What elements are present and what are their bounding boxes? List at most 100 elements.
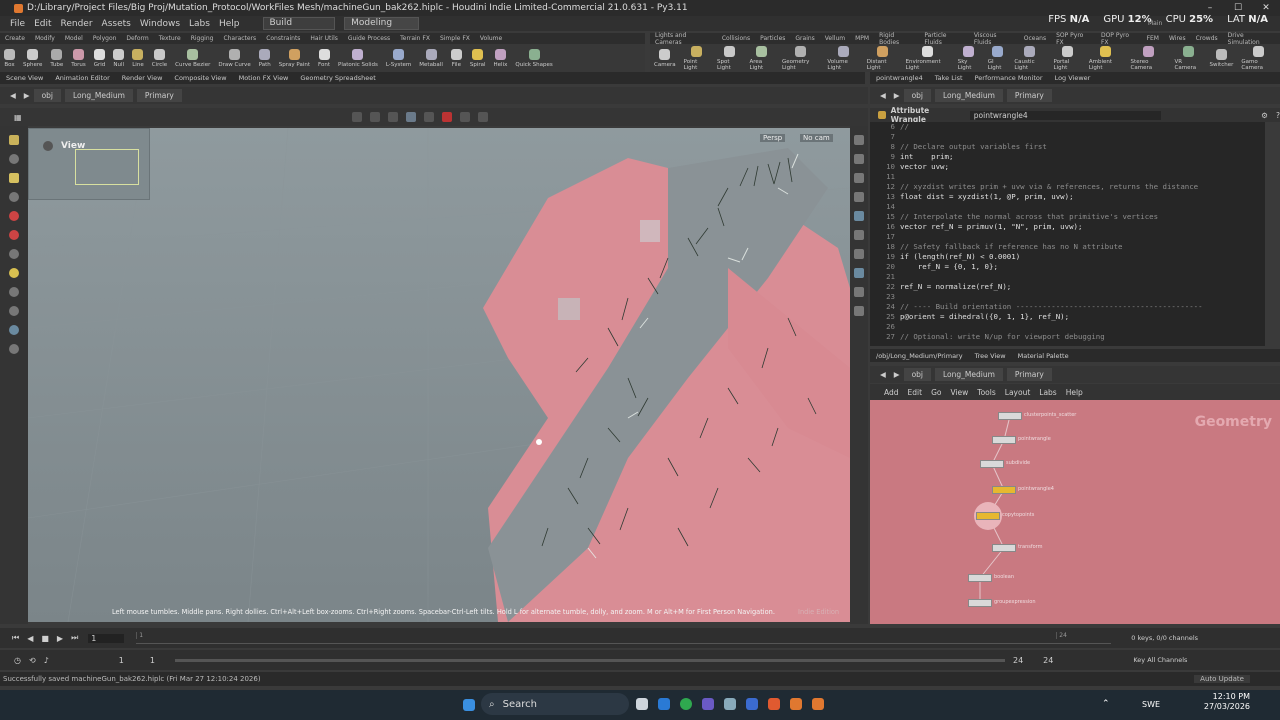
points-icon[interactable]	[854, 249, 864, 259]
shelf-tool-torus[interactable]: Torus	[71, 48, 86, 68]
vex-code-editor[interactable]: 6//7 8// Declare output variables first 9 i…	[870, 122, 1265, 346]
path-net[interactable]: Primary	[1006, 368, 1052, 381]
shelf-tool-font[interactable]: Font	[318, 48, 330, 68]
net-menu-layout[interactable]: Layout	[1005, 388, 1031, 397]
shelf-tab-model[interactable]: Model	[60, 35, 88, 42]
prims-mode-icon[interactable]	[405, 112, 416, 122]
back-arrow-icon[interactable]: ◀	[10, 91, 16, 100]
pane-tab-pointwrangle4[interactable]: pointwrangle4	[870, 74, 929, 82]
shelf-tool-caustic-light[interactable]: Caustic Light	[1014, 45, 1045, 71]
taskview-icon[interactable]	[636, 698, 648, 710]
shelf-tool-helix[interactable]: Helix	[494, 48, 507, 68]
menu-windows[interactable]: Windows	[140, 19, 180, 29]
menu-render[interactable]: Render	[61, 19, 93, 29]
move-tool-icon[interactable]	[9, 154, 19, 164]
pane-tab-composite-view[interactable]: Composite View	[168, 74, 232, 82]
node-name-field[interactable]: pointwrangle4	[969, 110, 1162, 120]
shelf-tab-fem[interactable]: FEM	[1142, 35, 1164, 42]
shelf-tool-tube[interactable]: Tube	[50, 48, 63, 68]
play-back-icon[interactable]: ◀	[27, 634, 33, 643]
menu-file[interactable]: File	[10, 19, 25, 29]
shelf-tool-null[interactable]: Null	[113, 48, 125, 68]
range-slider[interactable]	[174, 658, 1005, 662]
persp-menu[interactable]: Persp	[760, 134, 786, 142]
shelf-tool-gi-light[interactable]: GI Light	[988, 45, 1007, 71]
desktop-select[interactable]: Build	[262, 17, 336, 30]
net-menu-labs[interactable]: Labs	[1039, 388, 1056, 397]
network-node[interactable]	[968, 574, 992, 582]
shelf-tool-camera[interactable]: Camera	[654, 48, 676, 68]
handle-tool-icon[interactable]	[9, 173, 19, 183]
shelf-tool-metaball[interactable]: Metaball	[419, 48, 443, 68]
pane-tab-geometry-spreadsheet[interactable]: Geometry Spreadsheet	[294, 74, 381, 82]
shelf-tool-sphere[interactable]: Sphere	[23, 48, 42, 68]
display-icon[interactable]	[854, 135, 864, 145]
lights-icon[interactable]	[854, 287, 864, 297]
paint-tool-icon[interactable]	[9, 268, 19, 278]
grid-menu-icon[interactable]: ▦	[14, 113, 22, 122]
menu-labs[interactable]: Labs	[189, 19, 210, 29]
shelf-tool-switcher[interactable]: Switcher	[1210, 48, 1233, 68]
shelf-tab-mpm[interactable]: MPM	[850, 35, 874, 42]
wireframe-icon[interactable]	[854, 192, 864, 202]
shelf-tool-volume-light[interactable]: Volume Light	[827, 45, 858, 71]
path-obj[interactable]: obj	[33, 89, 61, 102]
shelf-tool-file[interactable]: File	[450, 48, 462, 68]
net-menu-add[interactable]: Add	[884, 388, 899, 397]
path-node[interactable]: Long_Medium	[65, 89, 133, 102]
network-editor[interactable]: Geometry clusterpoints_scatter pointwrang…	[870, 400, 1280, 624]
clock[interactable]: 12:10 PM 27/03/2026	[1204, 692, 1250, 712]
shelf-tool-l-system[interactable]: L-System	[386, 48, 411, 68]
network-node[interactable]	[980, 460, 1004, 468]
brush-tool-icon[interactable]	[9, 230, 19, 240]
loop-icon[interactable]: ⟲	[29, 656, 36, 665]
select-tool-icon[interactable]	[9, 135, 19, 145]
shelf-tab-oceans[interactable]: Oceans	[1019, 35, 1051, 42]
points-mode-icon[interactable]	[369, 112, 380, 122]
shelf-tool-curve-bezier[interactable]: Curve Bezier	[175, 48, 210, 68]
ghost-icon[interactable]	[854, 211, 864, 221]
snapshot-icon[interactable]	[477, 112, 488, 122]
houdini-icon[interactable]	[790, 698, 802, 710]
range-end2[interactable]: 24	[1043, 656, 1053, 665]
gear-icon[interactable]: ⚙	[1261, 111, 1268, 120]
stop-icon[interactable]	[441, 112, 452, 122]
jump-start-icon[interactable]: ⏮	[12, 633, 19, 643]
network-tab-2[interactable]: Material Palette	[1012, 352, 1075, 360]
view-tool-icon[interactable]	[9, 249, 19, 259]
shelf-tool-path[interactable]: Path	[259, 48, 271, 68]
camera-menu[interactable]: No cam	[800, 134, 833, 142]
net-menu-tools[interactable]: Tools	[977, 388, 995, 397]
frame-ruler[interactable]: 1 24	[136, 632, 1112, 644]
forward-arrow-icon[interactable]: ▶	[894, 91, 900, 100]
path-obj[interactable]: obj	[903, 368, 931, 381]
shelf-tab-create[interactable]: Create	[0, 35, 30, 42]
forward-arrow-icon[interactable]: ▶	[24, 91, 30, 100]
pane-tab-performance-monitor[interactable]: Performance Monitor	[969, 74, 1049, 82]
shelf-tool-gamo-camera[interactable]: Gamo Camera	[1241, 45, 1276, 71]
stop-icon[interactable]: ■	[41, 634, 49, 643]
network-node[interactable]	[968, 599, 992, 607]
edges-mode-icon[interactable]	[387, 112, 398, 122]
shelf-tab-grains[interactable]: Grains	[790, 35, 819, 42]
pane-tab-take-list[interactable]: Take List	[929, 74, 969, 82]
files-icon[interactable]	[658, 698, 670, 710]
shelf-tab-collisions[interactable]: Collisions	[717, 35, 755, 42]
shelf-tab-characters[interactable]: Characters	[218, 35, 261, 42]
menu-edit[interactable]: Edit	[34, 19, 51, 29]
background-icon[interactable]	[854, 306, 864, 316]
shelf-tool-portal-light[interactable]: Portal Light	[1054, 45, 1081, 71]
path-net[interactable]: Primary	[136, 89, 182, 102]
menu-help[interactable]: Help	[219, 19, 240, 29]
shelf-tab-deform[interactable]: Deform	[121, 35, 153, 42]
browser-icon[interactable]	[680, 698, 692, 710]
shelf-tool-stereo-camera[interactable]: Stereo Camera	[1131, 45, 1167, 71]
shelf-tab-wires[interactable]: Wires	[1164, 35, 1191, 42]
shelf-tool-geometry-light[interactable]: Geometry Light	[782, 45, 819, 71]
jump-end-icon[interactable]: ⏭	[71, 633, 78, 643]
shelf-tool-spiral[interactable]: Spiral	[470, 48, 486, 68]
auto-update-button[interactable]: Auto Update	[1194, 675, 1250, 683]
shelf-tool-sky-light[interactable]: Sky Light	[958, 45, 980, 71]
range-end[interactable]: 24	[1013, 656, 1023, 665]
shelf-tab-modify[interactable]: Modify	[30, 35, 60, 42]
